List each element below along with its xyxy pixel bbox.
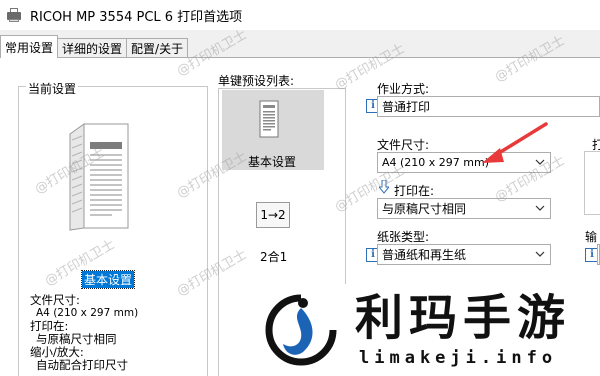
print-on-label: 打印在: — [394, 184, 435, 198]
chevron-down-icon — [535, 251, 545, 257]
current-paper-size-label: 文件尺寸: — [30, 293, 80, 307]
paper-type-dropdown[interactable]: 普通纸和再生纸 — [377, 244, 551, 265]
presets-list-label: 单键预设列表: — [218, 74, 295, 88]
job-type-value: 普通打印 — [382, 100, 431, 114]
paper-type-value: 普通纸和再生纸 — [382, 248, 467, 262]
print-on-dropdown[interactable]: 与原稿尺寸相同 — [377, 198, 551, 219]
paper-size-value: A4 (210 x 297 mm) — [382, 156, 490, 169]
logo-domain: limakeji.info — [359, 348, 558, 368]
current-preset-name: 基本设置 — [80, 270, 136, 289]
right-cut-label: 打 — [592, 138, 600, 152]
chevron-down-icon — [535, 205, 545, 211]
tab-common-settings[interactable]: 常用设置 — [0, 35, 59, 58]
document-page-icon — [258, 100, 280, 138]
logo-text: 利玛手游 — [355, 290, 572, 346]
tab-configuration-about[interactable]: 配置/关于 — [126, 38, 189, 58]
current-settings-label: 当前设置 — [26, 80, 79, 97]
preset-2in1-label[interactable]: 2合1 — [260, 248, 287, 265]
annotation-arrow-icon — [478, 120, 550, 168]
job-type-dropdown[interactable]: 普通打印 — [377, 96, 600, 117]
paper-type-label: 纸张类型: — [377, 230, 430, 244]
window-title: RICOH MP 3554 PCL 6 打印首选项 — [30, 9, 243, 25]
page-preview-icon — [66, 122, 130, 232]
right-cut-label-2: 输 — [585, 230, 598, 244]
tab-strip: 常用设置 详细的设置 配置/关于 — [0, 35, 189, 58]
logo-emblem-icon — [263, 292, 339, 368]
site-logo-overlay: 利玛手游 limakeji.info — [255, 284, 600, 376]
two-in-one-icon[interactable]: 1→2 — [256, 202, 290, 228]
print-on-value: 与原稿尺寸相同 — [382, 202, 467, 216]
printer-icon — [6, 7, 22, 23]
current-scale-value: 自动配合打印尺寸 — [36, 358, 128, 372]
title-bar: RICOH MP 3554 PCL 6 打印首选项 — [0, 0, 600, 30]
paper-size-label: 文件尺寸: — [377, 138, 430, 152]
arrow-down-icon — [377, 179, 391, 194]
right-preview-panel — [584, 151, 600, 215]
job-type-label: 作业方式: — [377, 82, 430, 96]
preset-basic-label: 基本设置 — [248, 155, 297, 169]
tab-detailed-settings[interactable]: 详细的设置 — [57, 38, 128, 58]
